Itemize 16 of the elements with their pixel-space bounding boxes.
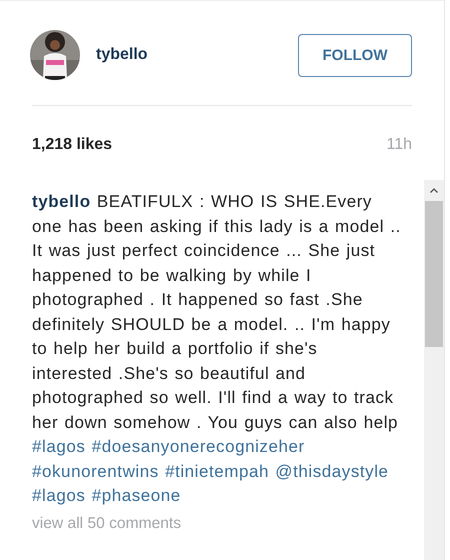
hashtag-link[interactable]: #lagos	[32, 437, 86, 456]
scrollbar[interactable]	[424, 180, 444, 560]
username-link[interactable]: tybello	[96, 46, 298, 64]
caption-text: tybello BEATIFULX : WHO IS SHE.Every one has been asking if this lady is a model .. It was just perfect coincidence ... She just happened to be walking by while I photographed . It happened so fast .She definitely SHOULD be a model. .. I'm happy to help her build a portfolio if she's interested .She's so beautiful and photographed so well. I'll find a way to track her down somehow . You guys can also help #lagos #doesanyonerecognizeher #okunorentwins #tinietempah @thisdaystyle #lagos #phaseone	[32, 191, 402, 507]
hashtag-link[interactable]: #tinietempah	[165, 462, 270, 480]
hashtag-link[interactable]: #okunorentwins	[32, 462, 159, 480]
scroll-up-icon[interactable]	[430, 188, 438, 193]
post-time: 11h	[386, 136, 412, 154]
hashtag-link[interactable]: @thisdaystyle	[275, 462, 389, 480]
scroll-thumb[interactable]	[425, 201, 444, 347]
likes-count: 1,218 likes	[32, 136, 112, 154]
hashtag-link[interactable]: #doesanyonerecognizeher	[92, 437, 305, 456]
hashtag-link[interactable]: #lagos	[32, 486, 86, 505]
follow-button[interactable]: FOLLOW	[298, 34, 412, 76]
hashtag-link[interactable]: #phaseone	[92, 486, 181, 505]
username-link[interactable]: tybello	[32, 192, 91, 211]
